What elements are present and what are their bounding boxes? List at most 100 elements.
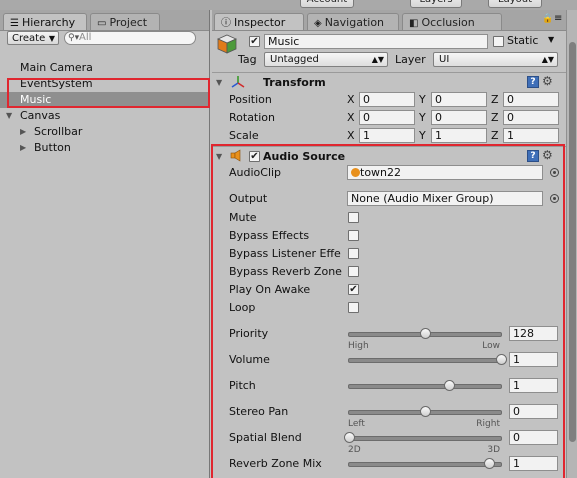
info-icon: ⓘ <box>221 18 231 29</box>
audio-clip-icon <box>351 168 360 177</box>
search-icon: ⚲▾ <box>68 33 80 43</box>
hierarchy-item[interactable]: EventSystem <box>0 76 208 92</box>
slider-knob[interactable] <box>420 406 431 417</box>
audio-slider-label: Pitch <box>229 379 256 392</box>
transform-position-y-field[interactable]: 0 <box>431 92 487 107</box>
tab-navigation[interactable]: ◈ Navigation <box>307 13 399 30</box>
foldout-arrow-icon[interactable]: ▼ <box>216 78 222 87</box>
slider-knob[interactable] <box>444 380 456 391</box>
tab-occlusion[interactable]: ◧ Occlusion <box>402 13 502 30</box>
hierarchy-search-input[interactable]: ⚲▾ All <box>64 31 196 45</box>
audio-checkbox-label: Play On Awake <box>229 283 311 296</box>
transform-scale-x-field[interactable]: 1 <box>359 128 415 143</box>
hierarchy-item[interactable]: Music <box>0 92 208 108</box>
slider-max-label: Low <box>482 341 500 351</box>
scrollbar-thumb[interactable] <box>569 42 576 442</box>
object-picker-icon[interactable] <box>550 168 559 177</box>
audio-option-checkbox[interactable] <box>348 248 359 259</box>
help-icon[interactable]: ? <box>527 150 539 162</box>
audio-option-checkbox[interactable] <box>348 302 359 313</box>
hierarchy-item[interactable]: Main Camera <box>0 60 208 76</box>
slider-track[interactable] <box>348 462 502 467</box>
audio-slider-label: Reverb Zone Mix <box>229 457 322 470</box>
audio-slider-label: Stereo Pan <box>229 405 289 418</box>
transform-rotation-z-field[interactable]: 0 <box>503 110 559 125</box>
tab-project[interactable]: ▭ Project <box>90 13 160 30</box>
tag-dropdown[interactable]: Untagged ▲▼ <box>264 52 388 67</box>
panel-menu-icon[interactable]: ≡ <box>554 13 562 24</box>
gameobject-name-field[interactable]: Music <box>264 34 488 49</box>
slider-value-field[interactable]: 1 <box>509 456 558 471</box>
slider-track[interactable] <box>348 436 502 441</box>
audio-source-enabled-checkbox[interactable]: ✔ <box>249 151 260 162</box>
slider-track[interactable] <box>348 384 502 389</box>
audio-option-checkbox[interactable]: ✔ <box>348 284 359 295</box>
tag-label: Tag <box>238 53 257 66</box>
layer-value: UI <box>439 54 450 65</box>
transform-rotation-y-field[interactable]: 0 <box>431 110 487 125</box>
hierarchy-item-label: Main Camera <box>20 61 93 74</box>
chevron-right-icon[interactable]: ▶ <box>20 124 26 140</box>
slider-knob[interactable] <box>420 328 431 339</box>
transform-position-x-field[interactable]: 0 <box>359 92 415 107</box>
transform-rotation-label: Rotation <box>229 111 276 124</box>
chevron-down-icon[interactable]: ▼ <box>6 108 12 124</box>
audio-source-title: Audio Source <box>263 150 346 163</box>
static-checkbox[interactable] <box>493 36 504 47</box>
gameobject-active-checkbox[interactable]: ✔ <box>249 36 260 47</box>
audio-checkbox-label: Loop <box>229 301 256 314</box>
hierarchy-tabbar: ☰ Hierarchy ▭ Project <box>0 10 209 31</box>
axis-y-label: Y <box>419 111 426 124</box>
slider-value-field[interactable]: 0 <box>509 404 558 419</box>
slider-track[interactable] <box>348 358 502 363</box>
create-label: Create <box>12 33 46 44</box>
layer-dropdown[interactable]: UI ▲▼ <box>433 52 558 67</box>
audio-option-checkbox[interactable] <box>348 212 359 223</box>
slider-knob[interactable] <box>496 354 507 365</box>
account-button[interactable]: Account <box>300 0 354 8</box>
list-icon: ☰ <box>10 18 19 29</box>
slider-value-field[interactable]: 1 <box>509 378 558 393</box>
inspector-scrollbar[interactable] <box>566 10 577 478</box>
layers-button[interactable]: Layers <box>410 0 462 8</box>
foldout-arrow-icon[interactable]: ▼ <box>216 152 222 161</box>
object-picker-icon[interactable] <box>550 194 559 203</box>
slider-value-field[interactable]: 0 <box>509 430 558 445</box>
chevron-down-icon: ▲▼ <box>541 55 554 64</box>
gear-icon[interactable]: ⚙ <box>542 74 553 88</box>
gear-icon[interactable]: ⚙ <box>542 148 553 162</box>
transform-header[interactable]: ▼ Transform ? ⚙ <box>212 72 567 93</box>
slider-knob[interactable] <box>483 458 495 469</box>
help-icon[interactable]: ? <box>527 76 539 88</box>
layout-button[interactable]: Layout <box>488 0 542 8</box>
hierarchy-item-label: EventSystem <box>20 77 93 90</box>
hierarchy-item[interactable]: ▶ Scrollbar <box>0 124 208 140</box>
transform-position-z-field[interactable]: 0 <box>503 92 559 107</box>
slider-value-field[interactable]: 1 <box>509 352 558 367</box>
tab-inspector[interactable]: ⓘ Inspector <box>214 13 304 30</box>
audioclip-field[interactable]: town22 <box>347 165 543 180</box>
static-dropdown-arrow-icon[interactable]: ▼ <box>548 35 554 44</box>
transform-position-label: Position <box>229 93 272 106</box>
slider-value-field[interactable]: 128 <box>509 326 558 341</box>
create-dropdown[interactable]: Create ▼ <box>7 31 59 45</box>
transform-scale-y-field[interactable]: 1 <box>431 128 487 143</box>
audio-option-checkbox[interactable] <box>348 266 359 277</box>
lock-icon[interactable]: 🔒 <box>542 14 553 24</box>
hierarchy-item[interactable]: ▼ Canvas <box>0 108 208 124</box>
inspector-panel: ⓘ Inspector ◈ Navigation ◧ Occlusion 🔒 ≡ ✔ … <box>212 10 567 478</box>
transform-scale-z-field[interactable]: 1 <box>503 128 559 143</box>
tab-hierarchy[interactable]: ☰ Hierarchy <box>3 13 87 30</box>
folder-icon: ▭ <box>97 18 107 29</box>
transform-rotation-x-field[interactable]: 0 <box>359 110 415 125</box>
slider-knob[interactable] <box>344 432 355 443</box>
chevron-right-icon[interactable]: ▶ <box>20 140 26 156</box>
transform-scale-label: Scale <box>229 129 259 142</box>
audioclip-label: AudioClip <box>229 166 282 179</box>
audio-source-header[interactable]: ▼ ✔ Audio Source ? ⚙ <box>212 146 567 167</box>
audio-option-checkbox[interactable] <box>348 230 359 241</box>
hierarchy-item[interactable]: ▶ Button <box>0 140 208 156</box>
audio-checkbox-label: Mute <box>229 211 257 224</box>
output-field[interactable]: None (Audio Mixer Group) <box>347 191 543 206</box>
hierarchy-panel: ☰ Hierarchy ▭ Project Create ▼ ⚲▾ All Main… <box>0 10 210 478</box>
